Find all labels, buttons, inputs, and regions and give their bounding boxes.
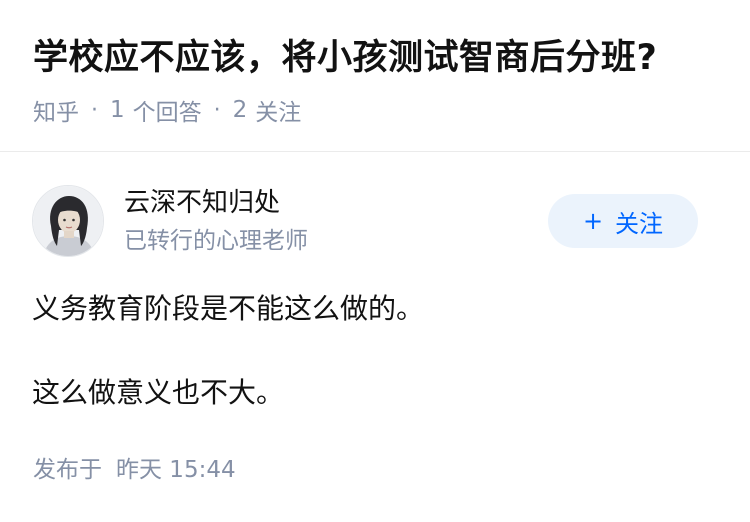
- answer-card: 云深不知归处 已转行的心理老师 + 关注 义务教育阶段是不能这么做的。 这么做意…: [0, 152, 750, 522]
- question-header: 学校应不应该，将小孩测试智商后分班? 知乎 · 1 个回答 · 2 关注: [0, 0, 750, 152]
- meta-separator: ·: [91, 97, 98, 123]
- answer-paragraph: 义务教育阶段是不能这么做的。: [32, 292, 425, 325]
- answers-count[interactable]: 1: [110, 97, 125, 123]
- source-label[interactable]: 知乎: [33, 93, 79, 127]
- followers-count[interactable]: 2: [233, 97, 248, 123]
- author-name[interactable]: 云深不知归处: [124, 185, 280, 221]
- followers-label[interactable]: 关注: [255, 93, 301, 127]
- author-headline: 已转行的心理老师: [124, 228, 308, 254]
- question-title[interactable]: 学校应不应该，将小孩测试智商后分班?: [33, 34, 657, 82]
- publish-time: 发布于 昨天 15:44: [33, 454, 236, 486]
- avatar-girl-portrait-icon: [33, 186, 103, 256]
- follow-button[interactable]: + 关注: [548, 194, 698, 248]
- publish-timestamp: 昨天 15:44: [116, 457, 236, 483]
- publish-label: 发布于: [33, 457, 102, 483]
- answer-paragraph: 这么做意义也不大。: [32, 376, 285, 409]
- meta-separator: ·: [213, 97, 221, 123]
- author-avatar[interactable]: [32, 185, 104, 257]
- answer-page: 学校应不应该，将小孩测试智商后分班? 知乎 · 1 个回答 · 2 关注 云深不…: [0, 0, 750, 522]
- plus-icon: +: [582, 207, 604, 235]
- question-meta: 知乎 · 1 个回答 · 2 关注: [33, 94, 301, 126]
- answers-label[interactable]: 个回答: [133, 93, 202, 127]
- follow-button-label: 关注: [615, 209, 664, 238]
